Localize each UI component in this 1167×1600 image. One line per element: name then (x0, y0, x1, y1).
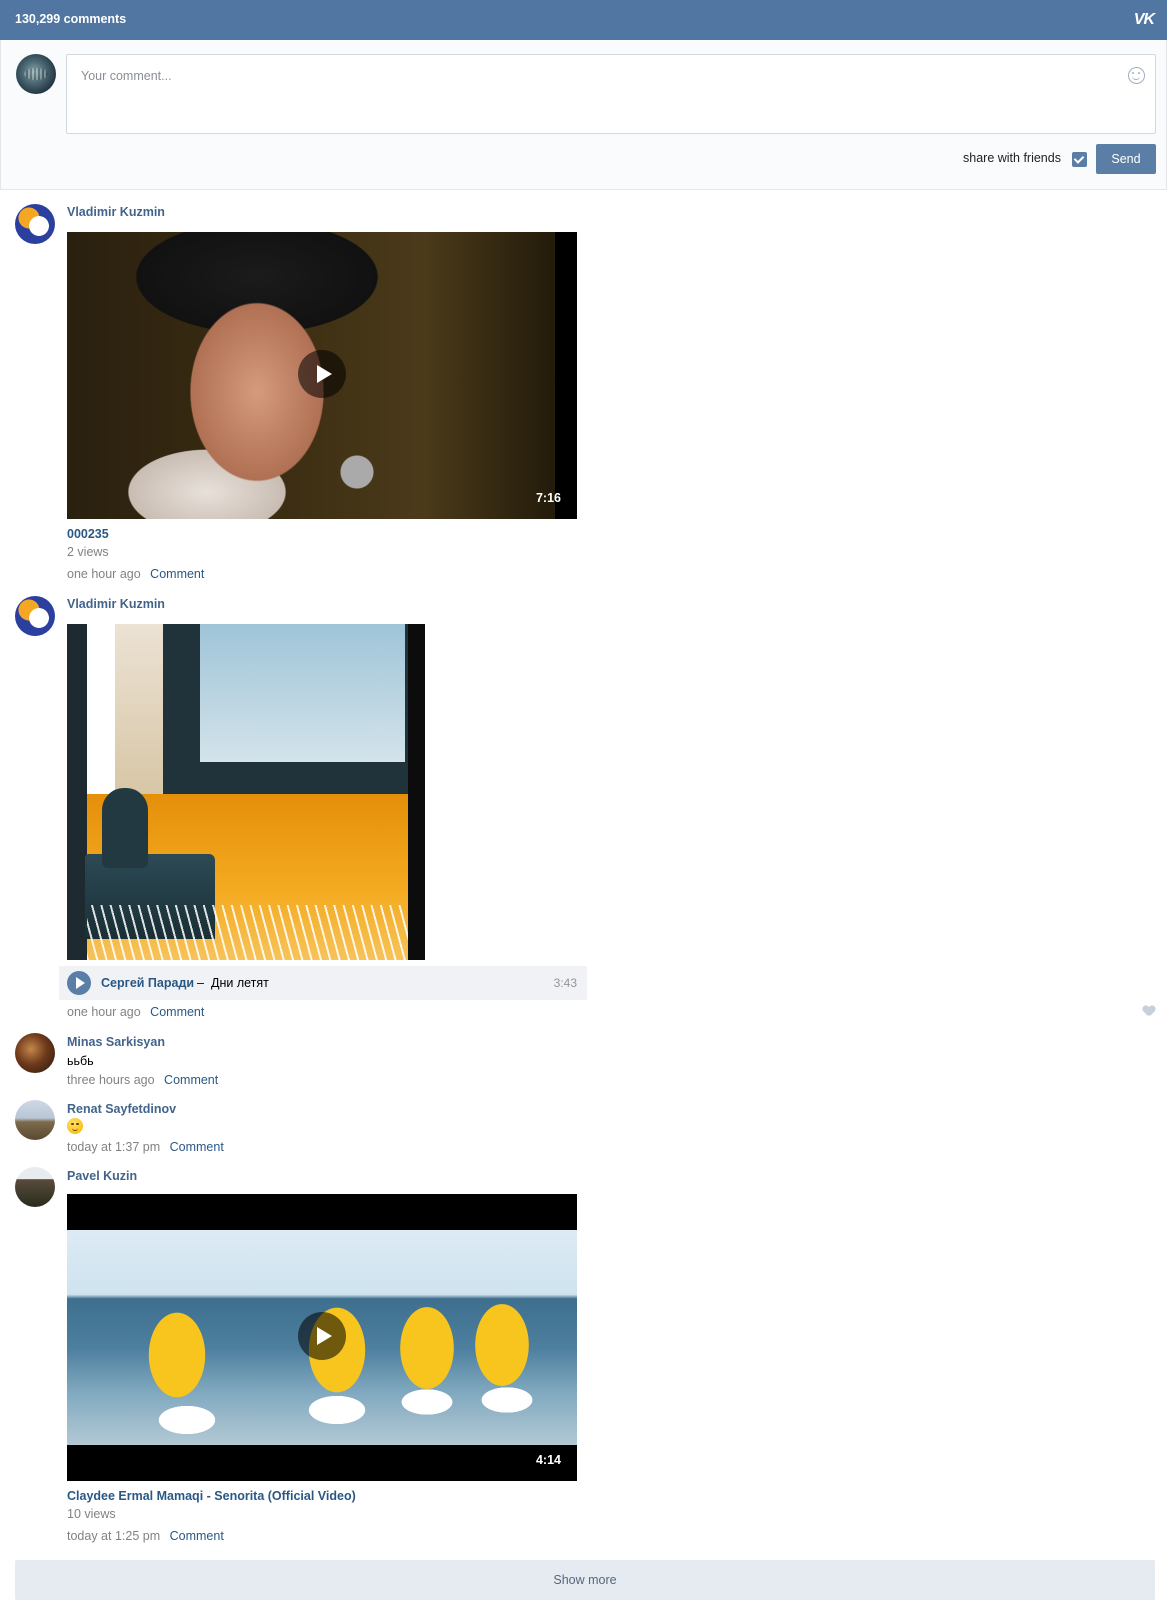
audio-duration: 3:43 (553, 976, 577, 990)
timestamp[interactable]: today at 1:25 pm (67, 1529, 160, 1543)
comments-count: 130,299 comments (15, 12, 127, 26)
comment-input-placeholder: Your comment... (81, 69, 172, 83)
painting-edge (67, 624, 87, 960)
comment-meta: one hour ago Comment (67, 1005, 204, 1019)
video-letterbox (555, 232, 577, 519)
video-duration: 4:14 (535, 1453, 561, 1467)
image-border (408, 624, 425, 960)
author-name[interactable]: Vladimir Kuzmin (67, 205, 165, 219)
comment-text: ььбь (67, 1054, 94, 1068)
timestamp[interactable]: one hour ago (67, 1005, 141, 1019)
timestamp[interactable]: one hour ago (67, 567, 141, 581)
video-title[interactable]: Claydee Ermal Mamaqi - Senorita (Officia… (67, 1489, 356, 1503)
video-thumbnail[interactable]: 4:14 (67, 1194, 577, 1481)
comment-meta: today at 1:25 pm Comment (67, 1529, 224, 1543)
share-with-friends-label: share with friends (963, 151, 1061, 165)
comment-input[interactable]: Your comment... (66, 54, 1156, 134)
avatar[interactable] (15, 204, 55, 244)
painting-grass (87, 905, 408, 960)
avatar[interactable] (15, 1167, 55, 1207)
send-button[interactable]: Send (1096, 144, 1156, 174)
painting-sky (200, 624, 405, 762)
author-name[interactable]: Minas Sarkisyan (67, 1035, 165, 1049)
audio-play-icon[interactable] (67, 971, 91, 995)
comment-composer: Your comment... share with friends Send (0, 40, 1167, 190)
video-title[interactable]: 000235 (67, 527, 109, 541)
comment-link[interactable]: Comment (150, 1005, 204, 1019)
comment-link[interactable]: Comment (164, 1073, 218, 1087)
video-duration: 7:16 (535, 491, 561, 505)
avatar[interactable] (15, 596, 55, 636)
play-icon[interactable] (298, 1312, 346, 1360)
painting-figure (102, 788, 148, 868)
comment-meta: today at 1:37 pm Comment (67, 1140, 224, 1154)
audio-separator: – (197, 976, 204, 990)
painting-light-wall (115, 624, 163, 794)
current-user-avatar[interactable] (16, 54, 56, 94)
author-name[interactable]: Renat Sayfetdinov (67, 1102, 176, 1116)
comment-meta: three hours ago Comment (67, 1073, 218, 1087)
audio-track[interactable]: Сергей Паради – Дни летят 3:43 (59, 966, 587, 1000)
vk-logo-icon[interactable]: VK (1134, 11, 1155, 29)
emoji-picker-icon[interactable] (1128, 67, 1145, 84)
audio-title: Дни летят (211, 976, 269, 990)
album-cover-image[interactable] (67, 624, 425, 960)
share-with-friends-checkbox[interactable] (1072, 152, 1087, 167)
video-thumbnail[interactable]: 7:16 (67, 232, 577, 519)
comments-header: 130,299 comments VK (0, 0, 1167, 40)
video-views: 10 views (67, 1507, 116, 1521)
comment-link[interactable]: Comment (170, 1140, 224, 1154)
show-more-button[interactable]: Show more (15, 1560, 1155, 1600)
timestamp[interactable]: three hours ago (67, 1073, 155, 1087)
avatar[interactable] (15, 1100, 55, 1140)
avatar[interactable] (15, 1033, 55, 1073)
wink-emoji-icon (67, 1118, 83, 1134)
comment-link[interactable]: Comment (150, 567, 204, 581)
comment-link[interactable]: Comment (170, 1529, 224, 1543)
like-heart-icon[interactable] (1143, 1006, 1155, 1017)
audio-artist[interactable]: Сергей Паради (101, 976, 194, 990)
comment-meta: one hour ago Comment (67, 567, 204, 581)
video-views: 2 views (67, 545, 109, 559)
timestamp[interactable]: today at 1:37 pm (67, 1140, 160, 1154)
play-icon[interactable] (298, 350, 346, 398)
author-name[interactable]: Vladimir Kuzmin (67, 597, 165, 611)
author-name[interactable]: Pavel Kuzin (67, 1169, 137, 1183)
